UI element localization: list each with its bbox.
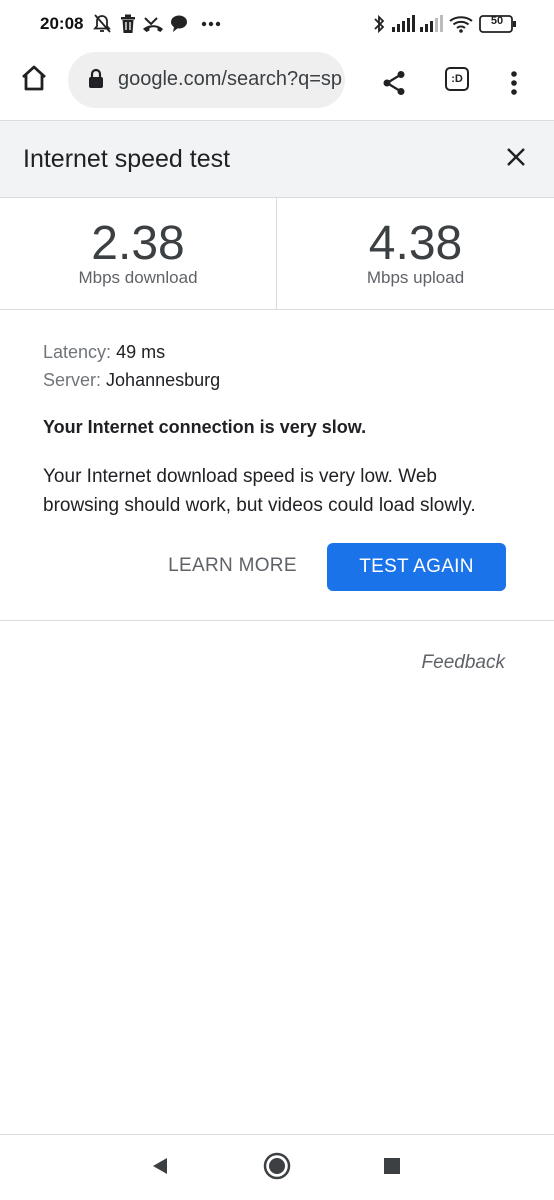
more-vert-icon xyxy=(510,70,518,101)
status-bar: 20:08 50 xyxy=(0,0,554,50)
missed-call-icon xyxy=(142,12,164,36)
latency-label: Latency: xyxy=(43,342,112,362)
bell-off-icon xyxy=(93,12,111,36)
url-text: google.com/search?q=sp xyxy=(118,68,343,90)
nav-recents-button[interactable] xyxy=(372,1148,412,1188)
bluetooth-icon xyxy=(373,12,385,36)
result-headline: Your Internet connection is very slow. xyxy=(43,417,367,437)
learn-more-button[interactable]: LEARN MORE xyxy=(160,543,305,589)
section-divider xyxy=(0,620,554,621)
nav-home-button[interactable] xyxy=(257,1148,297,1188)
download-value: 2.38 xyxy=(91,217,185,270)
status-time: 20:08 xyxy=(40,14,84,33)
browser-menu-button[interactable] xyxy=(490,55,538,115)
chat-bubble-icon xyxy=(170,12,188,36)
upload-unit: Mbps upload xyxy=(366,268,465,287)
home-icon xyxy=(20,65,48,96)
back-triangle-icon xyxy=(151,1157,169,1180)
speed-metrics: 2.38 Mbps download 4.38 Mbps upload xyxy=(0,198,554,310)
lock-icon xyxy=(88,68,104,95)
test-again-button[interactable]: TEST AGAIN xyxy=(327,543,506,591)
speed-test-header: Internet speed test xyxy=(0,120,554,198)
nav-divider xyxy=(0,1134,554,1135)
download-unit: Mbps download xyxy=(78,268,198,287)
upload-metric: 4.38 Mbps upload xyxy=(277,198,554,309)
wifi-icon xyxy=(449,12,473,36)
card-title: Internet speed test xyxy=(23,145,231,173)
result-description: Your Internet download speed is very low… xyxy=(43,466,476,516)
system-nav-bar xyxy=(0,1136,554,1200)
close-button[interactable] xyxy=(496,139,536,179)
address-bar[interactable]: google.com/search?q=sp xyxy=(68,52,345,108)
latency-row: Latency: 49 ms xyxy=(43,342,165,363)
server-label: Server: xyxy=(43,370,102,390)
close-icon xyxy=(506,147,526,172)
tab-switcher-label: :D xyxy=(451,73,463,85)
nav-back-button[interactable] xyxy=(140,1148,180,1188)
upload-value: 4.38 xyxy=(368,217,463,270)
tab-switcher-button[interactable]: :D xyxy=(445,67,469,91)
server-row: Server: Johannesburg xyxy=(43,370,220,391)
more-dots-icon xyxy=(201,12,221,36)
home-button[interactable] xyxy=(10,50,58,110)
home-circle-icon xyxy=(263,1152,291,1185)
share-icon xyxy=(382,70,406,101)
signal-icon xyxy=(392,12,416,36)
recents-square-icon xyxy=(383,1157,401,1180)
battery-icon: 50 xyxy=(479,12,517,36)
trash-icon xyxy=(120,12,136,36)
download-metric: 2.38 Mbps download xyxy=(0,198,277,309)
share-button[interactable] xyxy=(370,55,418,115)
battery-level: 50 xyxy=(490,15,504,27)
latency-value: 49 ms xyxy=(116,342,166,362)
feedback-link[interactable]: Feedback xyxy=(422,652,505,674)
signal-icon xyxy=(420,12,444,36)
server-value: Johannesburg xyxy=(106,370,221,390)
